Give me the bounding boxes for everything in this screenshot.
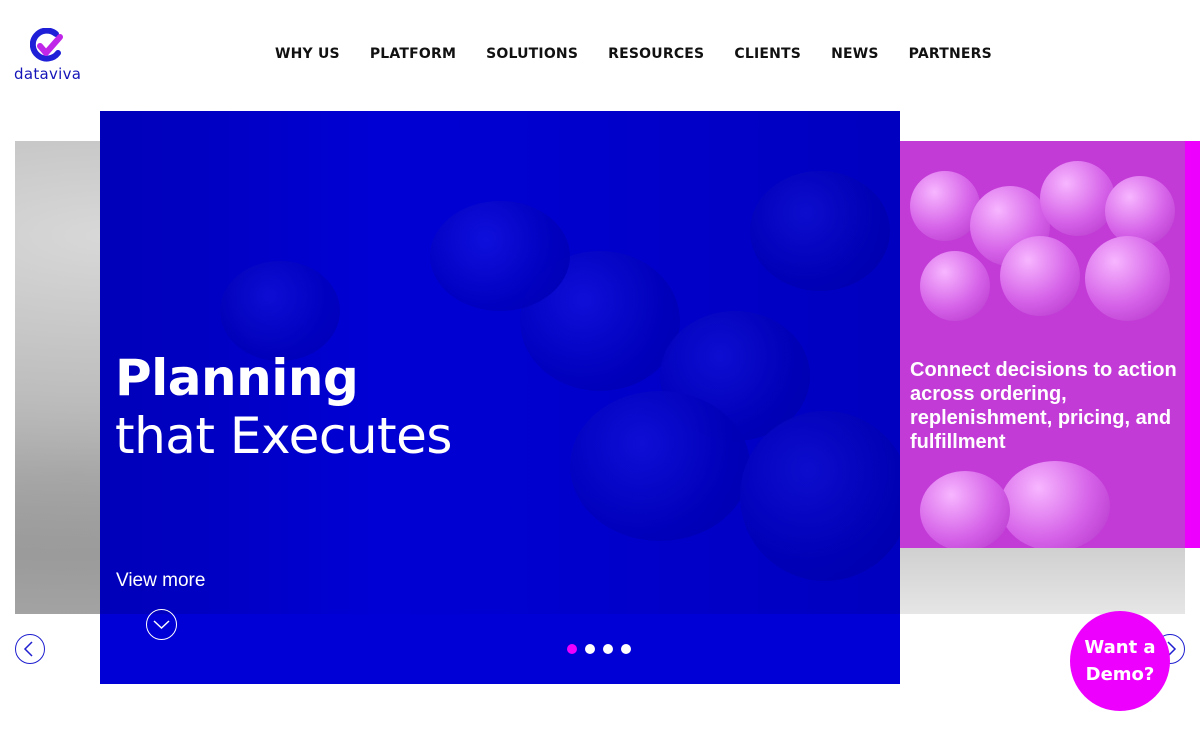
slide-dot-1[interactable] (567, 644, 577, 654)
hero-slide: Planning that Executes View more (100, 111, 900, 684)
fruit-image-element (1000, 236, 1080, 316)
nav-platform[interactable]: PLATFORM (370, 46, 456, 62)
next-slide-panel[interactable] (900, 141, 1185, 548)
want-demo-button[interactable]: Want a Demo? (1070, 611, 1170, 711)
demo-line-2: Demo? (1085, 664, 1155, 685)
nav-solutions[interactable]: SOLUTIONS (486, 46, 578, 62)
fruit-image-element (1040, 161, 1115, 236)
hero-title-bold: Planning (115, 349, 359, 407)
dataviva-logo[interactable]: dataviva (14, 28, 82, 84)
fruit-image-element (1105, 176, 1175, 246)
logo-wordmark: dataviva (14, 65, 82, 83)
next-slide-caption: Connect decisions to action across order… (910, 359, 1177, 453)
slide-pagination (567, 644, 631, 654)
chevron-down-icon (153, 620, 170, 630)
demo-line-1: Want a (1084, 637, 1156, 658)
nav-resources[interactable]: RESOURCES (608, 46, 704, 62)
fruit-image-element (1085, 236, 1170, 321)
nav-partners[interactable]: PARTNERS (909, 46, 992, 62)
logo-mark-icon (30, 28, 63, 62)
slide-dot-2[interactable] (585, 644, 595, 654)
accent-edge (1185, 141, 1200, 548)
fruit-image-element (920, 471, 1010, 548)
view-more-link[interactable]: View more (116, 570, 205, 592)
nav-clients[interactable]: CLIENTS (734, 46, 801, 62)
slide-dot-3[interactable] (603, 644, 613, 654)
hero-bottom-band (100, 614, 900, 684)
hero-title-light: that Executes (115, 407, 452, 465)
slide-dot-4[interactable] (621, 644, 631, 654)
nav-news[interactable]: NEWS (831, 46, 879, 62)
chevron-left-icon (23, 641, 33, 657)
scroll-down-button[interactable] (146, 609, 177, 640)
fruit-image-element (1000, 461, 1110, 548)
fruit-image-element (920, 251, 990, 321)
next-slide-image-bottom (900, 548, 1185, 614)
carousel-prev-button[interactable] (15, 634, 45, 664)
nav-why-us[interactable]: WHY US (275, 46, 340, 62)
main-nav: WHY US PLATFORM SOLUTIONS RESOURCES CLIE… (275, 46, 992, 62)
